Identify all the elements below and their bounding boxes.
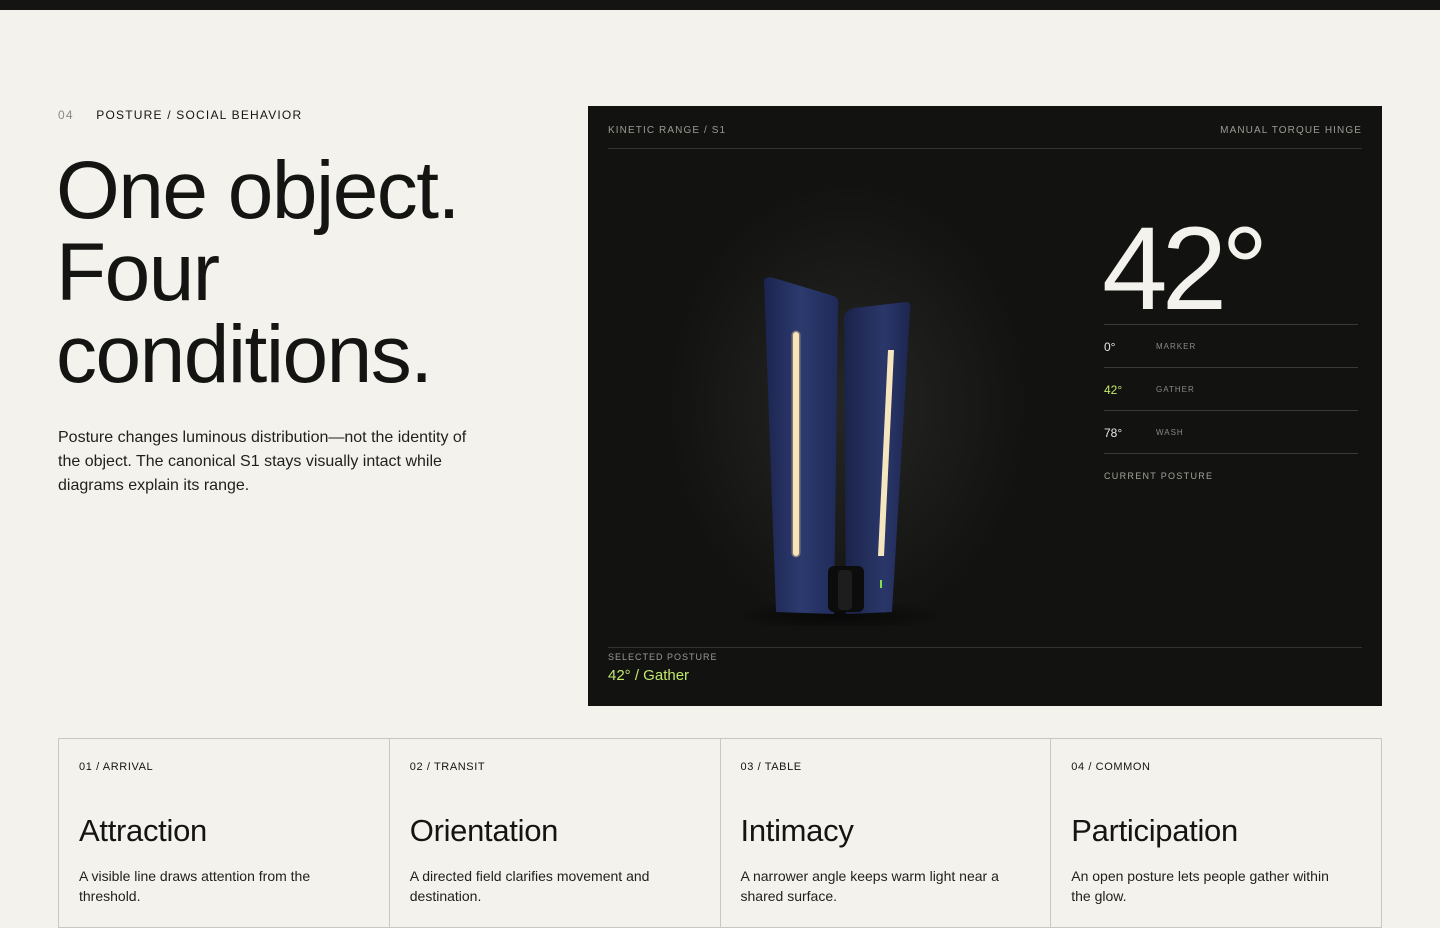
section-eyebrow: 04 POSTURE / SOCIAL BEHAVIOR [58, 108, 302, 122]
page-title: One object. Four conditions. [56, 150, 576, 396]
scale-deg: 0° [1104, 340, 1116, 354]
scale-name: GATHER [1156, 385, 1195, 394]
panel-header: KINETIC RANGE / S1 MANUAL TORQUE HINGE [608, 125, 1362, 149]
card-arrival[interactable]: 01 / ARRIVAL Attraction A visible line d… [59, 739, 390, 927]
card-description: An open posture lets people gather withi… [1071, 868, 1329, 904]
scale-name: MARKER [1156, 342, 1197, 351]
card-title: Intimacy [740, 813, 854, 848]
current-angle: 42° [1102, 203, 1268, 335]
card-category: 01 / ARRIVAL [79, 761, 154, 773]
section-number: 04 [58, 108, 74, 122]
card-category: 04 / COMMON [1071, 761, 1151, 773]
angle-scale: 0° MARKER 42° GATHER 78° WASH [1104, 324, 1358, 454]
title-line-3: conditions. [56, 309, 433, 400]
card-transit[interactable]: 02 / TRANSIT Orientation A directed fiel… [390, 739, 721, 927]
card-title: Participation [1071, 813, 1238, 848]
card-table[interactable]: 03 / TABLE Intimacy A narrower angle kee… [721, 739, 1052, 927]
card-description: A directed field clarifies movement and … [409, 868, 650, 904]
card-description: A narrower angle keeps warm light near a… [740, 868, 999, 904]
selected-posture: SELECTED POSTURE 42° / Gather [608, 647, 1362, 684]
selected-posture-value: 42° / Gather [608, 667, 690, 684]
scale-row-marker[interactable]: 0° MARKER [1104, 325, 1358, 368]
scale-deg: 42° [1104, 383, 1123, 397]
card-common[interactable]: 04 / COMMON Participation An open postur… [1051, 739, 1381, 927]
posture-readout: 42° 0° MARKER 42° GATHER 78° WASH CURREN… [1102, 203, 1358, 481]
card-title: Orientation [409, 813, 559, 848]
card-category: 02 / TRANSIT [409, 761, 486, 773]
hinge-label: MANUAL TORQUE HINGE [1220, 125, 1362, 136]
card-description: A visible line draws attention from the … [79, 868, 311, 904]
selected-posture-label: SELECTED POSTURE [608, 652, 718, 662]
panel-title: KINETIC RANGE / S1 [608, 125, 727, 136]
kinetic-range-panel: KINETIC RANGE / S1 MANUAL TORQUE HINGE 4… [588, 106, 1382, 706]
scale-name: WASH [1156, 428, 1184, 437]
title-line-2: Four [56, 227, 220, 318]
current-posture-label: CURRENT POSTURE [1104, 471, 1214, 481]
intro-paragraph: Posture changes luminous distribution—no… [58, 429, 467, 494]
top-bar [0, 0, 1440, 10]
card-category: 03 / TABLE [740, 761, 802, 773]
scale-row-gather[interactable]: 42° GATHER [1104, 368, 1358, 411]
scale-deg: 78° [1104, 426, 1123, 440]
lamp-illustration [738, 277, 938, 626]
card-title: Attraction [79, 813, 207, 848]
scale-row-wash[interactable]: 78° WASH [1104, 411, 1358, 454]
section-label: POSTURE / SOCIAL BEHAVIOR [96, 108, 303, 122]
title-line-1: One object. [56, 145, 460, 236]
